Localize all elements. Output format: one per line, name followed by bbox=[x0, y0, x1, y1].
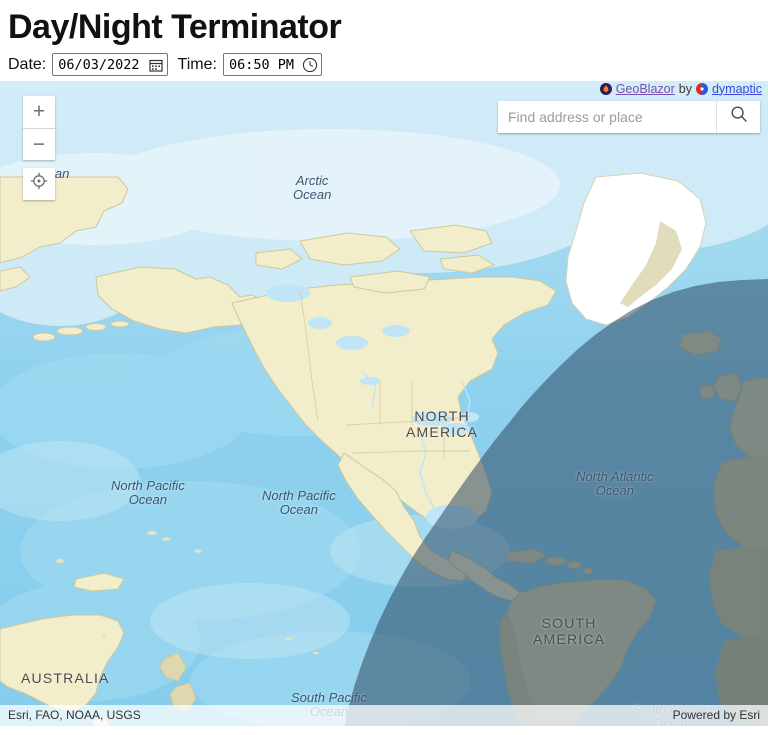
time-label: Time: bbox=[177, 55, 217, 73]
esri-attribution-bar: Esri, FAO, NOAA, USGS Powered by Esri bbox=[0, 704, 768, 726]
search-widget bbox=[498, 100, 760, 133]
time-value[interactable]: 06:50 PM bbox=[229, 57, 294, 73]
search-submit-button[interactable] bbox=[716, 100, 760, 133]
geoblazor-droplet-icon bbox=[599, 82, 612, 95]
calendar-icon[interactable] bbox=[148, 57, 164, 73]
zoom-widget: + − bbox=[23, 95, 55, 160]
date-field[interactable]: 06/03/2022 bbox=[52, 53, 168, 76]
date-label: Date: bbox=[8, 55, 47, 73]
time-field[interactable]: 06:50 PM bbox=[222, 53, 322, 76]
clock-icon[interactable] bbox=[302, 57, 318, 73]
dymaptic-link[interactable]: dymaptic bbox=[712, 82, 762, 96]
dymaptic-logo-icon bbox=[695, 82, 708, 95]
locate-crosshair-icon bbox=[30, 172, 48, 195]
locate-button[interactable] bbox=[23, 167, 55, 200]
attribution-by-text: by bbox=[678, 81, 692, 96]
map-basemap[interactable] bbox=[0, 80, 768, 726]
map-view[interactable]: OceanArctic OceanNORTH AMERICANorth Paci… bbox=[0, 80, 768, 726]
search-input[interactable] bbox=[498, 100, 716, 133]
controls-bar: Date: 06/03/2022 Time: 06:50 PM bbox=[0, 49, 768, 81]
zoom-out-button[interactable]: − bbox=[23, 127, 55, 160]
geoblazor-attribution: GeoBlazor by dymaptic bbox=[599, 81, 762, 96]
attribution-sources: Esri, FAO, NOAA, USGS bbox=[8, 708, 141, 722]
search-icon bbox=[730, 105, 748, 128]
geoblazor-link[interactable]: GeoBlazor bbox=[616, 82, 675, 96]
page-title: Day/Night Terminator bbox=[8, 8, 342, 46]
powered-by-esri: Powered by Esri bbox=[672, 708, 760, 722]
date-value[interactable]: 06/03/2022 bbox=[58, 57, 139, 73]
zoom-in-button[interactable]: + bbox=[23, 95, 55, 128]
